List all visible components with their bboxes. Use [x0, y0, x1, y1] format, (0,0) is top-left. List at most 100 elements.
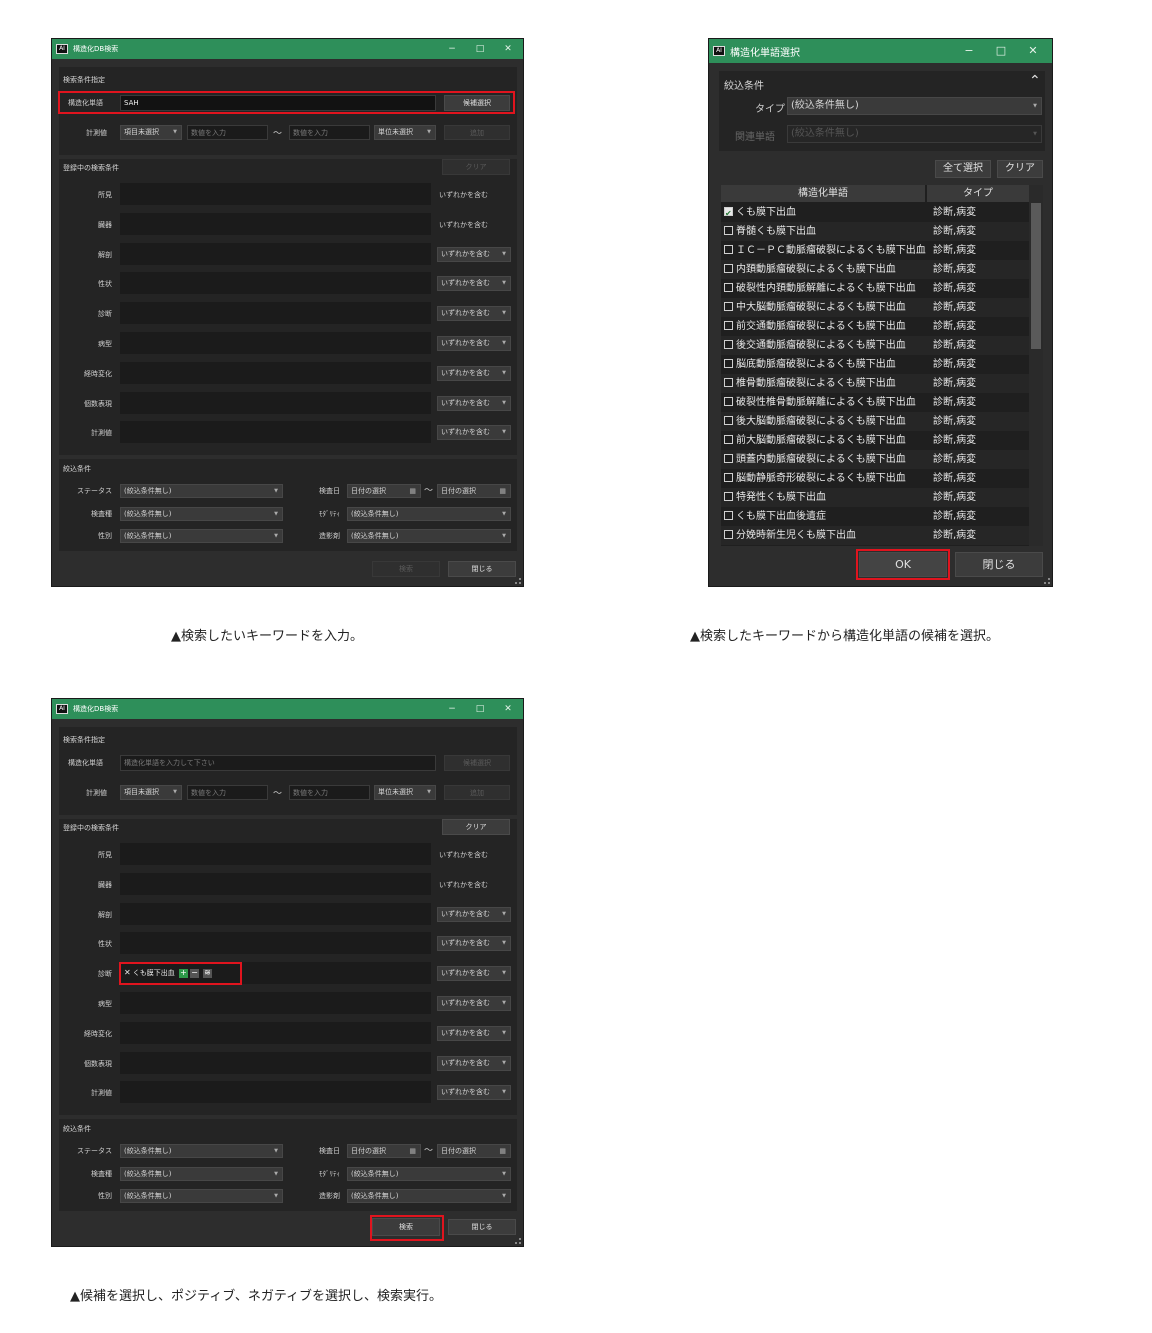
- status-select[interactable]: (絞込条件無し) ▼: [120, 1144, 283, 1158]
- row-checkbox[interactable]: [724, 511, 733, 520]
- row-checkbox[interactable]: [724, 454, 733, 463]
- condition-field-temporal-change[interactable]: [120, 1021, 431, 1044]
- condition-mode-select-diagnosis[interactable]: いずれかを含む ▼: [437, 306, 511, 322]
- condition-mode-select-measurement[interactable]: いずれかを含む ▼: [437, 1085, 511, 1101]
- exam-date-to-picker[interactable]: 日付の選択 ▦: [437, 484, 511, 498]
- condition-mode-select-temporal-change[interactable]: いずれかを含む ▼: [437, 365, 511, 381]
- condition-field-count-expression[interactable]: [120, 1051, 431, 1074]
- condition-field-measurement[interactable]: [120, 421, 431, 444]
- table-row[interactable]: 後大脳動脈瘤破裂によるくも膜下出血 診断,病変: [721, 412, 1029, 431]
- collapse-icon[interactable]: ⌃: [1029, 73, 1041, 89]
- calendar-icon[interactable]: ▦: [409, 485, 416, 497]
- col-header-word[interactable]: 構造化単語: [721, 185, 925, 202]
- table-row[interactable]: 椎骨動脈瘤破裂によるくも膜下出血 診断,病変: [721, 374, 1029, 393]
- select-all-button[interactable]: 全て選択: [935, 160, 991, 178]
- condition-mode-select-count-expression[interactable]: いずれかを含む ▼: [437, 1055, 511, 1071]
- table-row[interactable]: 中大脳動脈瘤破裂によるくも膜下出血 診断,病変: [721, 298, 1029, 317]
- row-checkbox[interactable]: [724, 283, 733, 292]
- condition-field-measurement[interactable]: [120, 1081, 431, 1104]
- row-checkbox[interactable]: [724, 435, 733, 444]
- condition-field-property[interactable]: [120, 272, 431, 295]
- condition-mode-select-anatomy[interactable]: いずれかを含む ▼: [437, 906, 511, 922]
- row-checkbox[interactable]: [724, 378, 733, 387]
- calendar-icon[interactable]: ▦: [409, 1145, 416, 1157]
- clear-button[interactable]: クリア: [442, 819, 510, 835]
- close-icon[interactable]: ✕: [495, 699, 521, 719]
- row-checkbox[interactable]: [724, 302, 733, 311]
- maximize-icon[interactable]: □: [467, 699, 493, 719]
- unit-select[interactable]: 単位未選択 ▼: [374, 785, 436, 800]
- row-checkbox[interactable]: [724, 473, 733, 482]
- resize-grip[interactable]: [515, 578, 521, 584]
- condition-field-temporal-change[interactable]: [120, 361, 431, 384]
- condition-mode-select-anatomy[interactable]: いずれかを含む ▼: [437, 246, 511, 262]
- contrast-select[interactable]: (絞込条件無し) ▼: [347, 1189, 511, 1203]
- table-row[interactable]: 後交通動脈瘤破裂によるくも膜下出血 診断,病変: [721, 336, 1029, 355]
- row-checkbox[interactable]: [724, 264, 733, 273]
- exam-date-from-picker[interactable]: 日付の選択 ▦: [347, 1144, 421, 1158]
- related-select[interactable]: (絞込条件無し) ▼: [787, 125, 1042, 143]
- add-button[interactable]: 追加: [444, 785, 510, 800]
- table-row[interactable]: 前大脳動脈瘤破裂によるくも膜下出血 診断,病変: [721, 431, 1029, 450]
- candidate-select-button[interactable]: 候補選択: [444, 755, 510, 771]
- close-button[interactable]: 閉じる: [955, 552, 1043, 577]
- close-button[interactable]: 閉じる: [448, 561, 516, 577]
- table-row[interactable]: くも膜下出血後遺症 診断,病変: [721, 507, 1029, 526]
- condition-field-diagnosis[interactable]: [120, 302, 431, 325]
- row-checkbox[interactable]: [724, 340, 733, 349]
- col-header-type[interactable]: タイプ: [927, 185, 1029, 202]
- condition-field-finding[interactable]: [120, 183, 431, 205]
- condition-field-anatomy[interactable]: [120, 242, 431, 265]
- number-min-input[interactable]: 数値を入力: [187, 785, 268, 800]
- condition-mode-select-property[interactable]: いずれかを含む ▼: [437, 936, 511, 952]
- resize-grip[interactable]: [1044, 578, 1050, 584]
- clear-button[interactable]: クリア: [442, 159, 510, 175]
- table-row[interactable]: 前交通動脈瘤破裂によるくも膜下出血 診断,病変: [721, 317, 1029, 336]
- row-checkbox[interactable]: [724, 397, 733, 406]
- table-row[interactable]: ＩＣ－ＰＣ動脈瘤破裂によるくも膜下出血 診断,病変: [721, 241, 1029, 260]
- table-row[interactable]: 分娩時新生児くも膜下出血 診断,病変: [721, 526, 1029, 545]
- condition-mode-select-temporal-change[interactable]: いずれかを含む ▼: [437, 1025, 511, 1041]
- number-max-input[interactable]: 数値を入力: [289, 785, 370, 800]
- condition-field-property[interactable]: [120, 932, 431, 955]
- table-row[interactable]: 頭蓋内動脈瘤破裂によるくも膜下出血 診断,病変: [721, 450, 1029, 469]
- row-checkbox[interactable]: [724, 530, 733, 539]
- table-row[interactable]: 内頚動脈瘤破裂によるくも膜下出血 診断,病変: [721, 260, 1029, 279]
- calendar-icon[interactable]: ▦: [499, 485, 506, 497]
- table-row[interactable]: 脳底動脈瘤破裂によるくも膜下出血 診断,病変: [721, 355, 1029, 374]
- condition-mode-select-count-expression[interactable]: いずれかを含む ▼: [437, 395, 511, 411]
- exam-date-to-picker[interactable]: 日付の選択 ▦: [437, 1144, 511, 1158]
- condition-mode-select-measurement[interactable]: いずれかを含む ▼: [437, 425, 511, 441]
- condition-field-organ[interactable]: [120, 872, 431, 895]
- maximize-icon[interactable]: □: [467, 39, 493, 59]
- exam-type-select[interactable]: (絞込条件無し) ▼: [120, 506, 283, 521]
- number-min-input[interactable]: 数値を入力: [187, 125, 268, 140]
- unit-select[interactable]: 単位未選択 ▼: [374, 125, 436, 140]
- table-row[interactable]: 破裂性内頚動脈解離によるくも膜下出血 診断,病変: [721, 279, 1029, 298]
- close-icon[interactable]: ✕: [495, 39, 521, 59]
- resize-grip[interactable]: [515, 1238, 521, 1244]
- table-row[interactable]: 脳動静脈奇形破裂によるくも膜下出血 診断,病変: [721, 469, 1029, 488]
- table-row[interactable]: 特発性くも膜下出血 診断,病変: [721, 488, 1029, 507]
- item-select[interactable]: 項目未選択 ▼: [120, 125, 182, 140]
- table-row[interactable]: 脊髄くも膜下出血 診断,病変: [721, 222, 1029, 241]
- row-checkbox[interactable]: [724, 245, 733, 254]
- row-checkbox[interactable]: [724, 416, 733, 425]
- row-checkbox[interactable]: [724, 204, 733, 222]
- condition-mode-select-disease-type[interactable]: いずれかを含む ▼: [437, 996, 511, 1011]
- contrast-select[interactable]: (絞込条件無し) ▼: [347, 529, 511, 543]
- close-icon[interactable]: ✕: [1020, 39, 1046, 63]
- exam-type-select[interactable]: (絞込条件無し) ▼: [120, 1166, 283, 1181]
- sex-select[interactable]: (絞込条件無し) ▼: [120, 529, 283, 543]
- table-row[interactable]: くも膜下出血 診断,病変: [721, 203, 1029, 222]
- modality-select[interactable]: (絞込条件無し) ▼: [347, 506, 511, 521]
- close-button[interactable]: 閉じる: [448, 1219, 516, 1235]
- sex-select[interactable]: (絞込条件無し) ▼: [120, 1189, 283, 1203]
- condition-field-organ[interactable]: [120, 212, 431, 235]
- row-checkbox[interactable]: [724, 321, 733, 330]
- table-row[interactable]: 破裂性椎骨動脈解離によるくも膜下出血 診断,病変: [721, 393, 1029, 412]
- status-select[interactable]: (絞込条件無し) ▼: [120, 484, 283, 498]
- row-checkbox[interactable]: [724, 359, 733, 368]
- minimize-icon[interactable]: −: [956, 39, 982, 63]
- condition-field-finding[interactable]: [120, 843, 431, 865]
